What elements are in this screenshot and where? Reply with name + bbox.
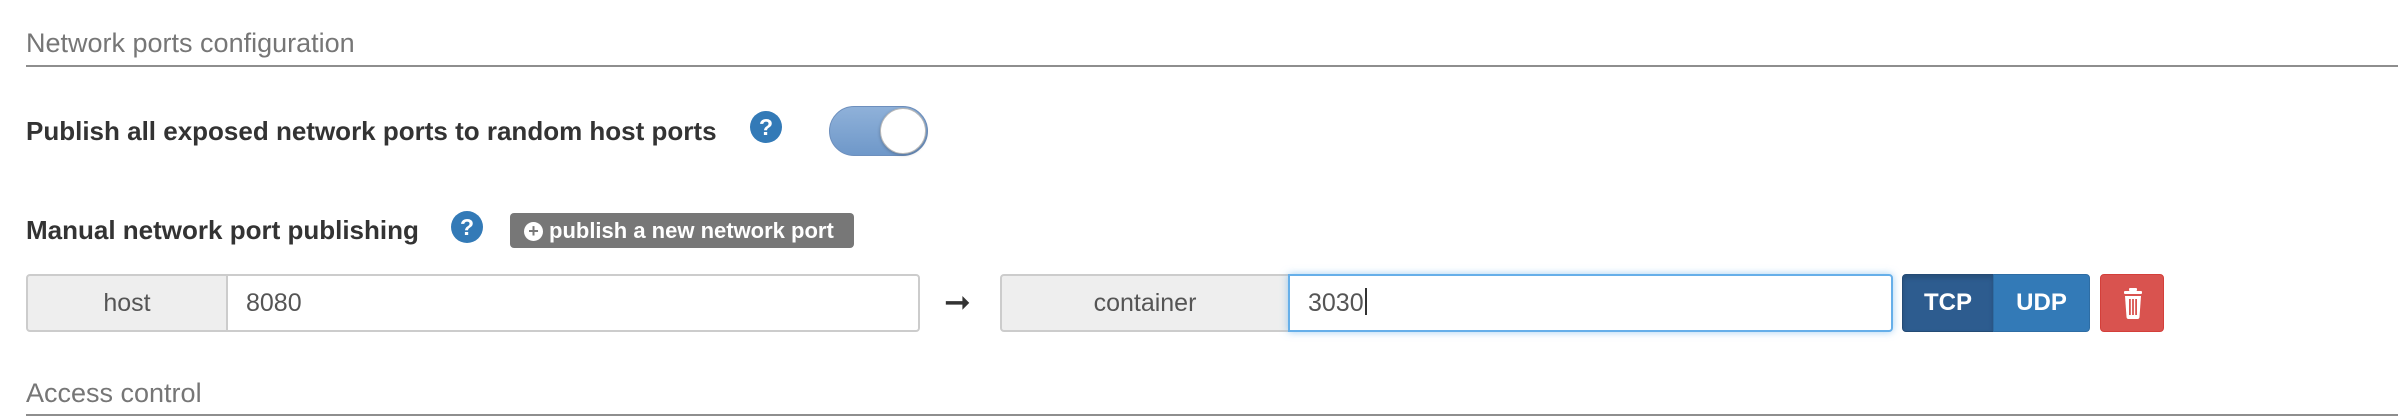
trash-icon (2124, 288, 2142, 319)
arrow-right-icon: ➞ (944, 284, 971, 320)
remove-port-button[interactable] (2100, 274, 2164, 332)
toggle-knob (880, 108, 926, 154)
protocol-tcp-button[interactable]: TCP (1902, 274, 1994, 332)
manual-port-publishing-label: Manual network port publishing (26, 215, 419, 245)
container-port-value: 3030 (1308, 289, 1364, 317)
host-port-input[interactable]: 8080 (226, 274, 920, 332)
section-divider (26, 65, 2398, 67)
text-caret (1364, 288, 1367, 315)
container-addon: container (1000, 274, 1290, 332)
publish-all-toggle[interactable] (829, 106, 928, 156)
publish-all-label: Publish all exposed network ports to ran… (26, 116, 717, 146)
protocol-udp-button[interactable]: UDP (1993, 274, 2090, 332)
publish-new-port-label: publish a new network port (549, 218, 834, 243)
publish-new-port-button[interactable]: + publish a new network port (510, 213, 854, 248)
help-icon[interactable]: ? (451, 211, 483, 243)
access-control-section-title: Access control (26, 378, 202, 408)
container-port-input[interactable]: 3030 (1288, 274, 1893, 332)
network-ports-section-title: Network ports configuration (26, 28, 355, 58)
container-config-panel: Network ports configuration Publish all … (0, 0, 2398, 416)
host-addon: host (26, 274, 228, 332)
plus-circle-icon: + (524, 222, 543, 241)
help-icon[interactable]: ? (750, 111, 782, 143)
